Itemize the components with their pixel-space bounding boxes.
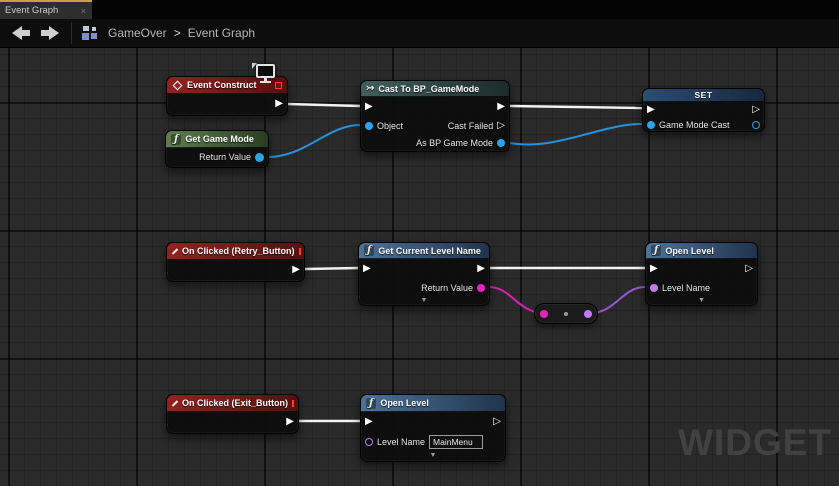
function-icon: ƒ (171, 134, 181, 145)
node-title: Get Current Level Name (378, 246, 484, 256)
node-title: Open Level (380, 398, 500, 408)
level-name-input[interactable] (429, 435, 483, 449)
function-icon: ƒ (651, 245, 661, 256)
delegate-icon[interactable] (292, 400, 294, 407)
blueprint-icon (82, 26, 99, 41)
delegate-icon[interactable] (299, 248, 301, 255)
object-wire-getgamemode-cast[interactable] (266, 125, 360, 157)
toolbar-divider (71, 22, 72, 44)
object-wire-cast-set[interactable] (510, 124, 642, 144)
conversion-dot-icon (564, 312, 568, 316)
pin-label: As BP Game Mode (416, 138, 493, 148)
name-out-pin[interactable] (584, 310, 592, 318)
node-title: On Clicked (Exit_Button) (182, 398, 288, 408)
node-on-clicked-retry[interactable]: On Clicked (Retry_Button) ▶ (166, 242, 305, 282)
node-title: Cast To BP_GameMode (378, 84, 504, 94)
function-icon: ƒ (364, 245, 374, 256)
exec-wire-retry-getlevel[interactable] (305, 268, 358, 269)
node-title: Open Level (665, 246, 752, 256)
exec-out-pin[interactable]: ▷ (745, 264, 753, 274)
node-header: SET (643, 89, 764, 102)
node-header: ƒ Open Level (646, 243, 757, 259)
node-open-level-exit[interactable]: ƒ Open Level ▶ ▷ Level Name ▼ (360, 394, 506, 462)
pin-label: Cast Failed (448, 121, 494, 131)
cast-icon: ↣ (366, 83, 374, 94)
node-header: ƒ Get Game Mode (166, 131, 268, 148)
node-get-game-mode[interactable]: ƒ Get Game Mode Return Value (165, 130, 269, 168)
event-icon (172, 248, 178, 254)
collapse-arrow-icon[interactable]: ▼ (430, 452, 437, 460)
exec-out-pin[interactable]: ▶ (292, 265, 300, 275)
string-out-pin[interactable] (477, 284, 485, 292)
exec-out-pin[interactable]: ▷ (752, 105, 760, 115)
node-open-level-retry[interactable]: ƒ Open Level ▶ ▷ Level Name ▼ (645, 242, 758, 306)
monitor-cursor-icon (252, 63, 278, 87)
node-header: ƒ Get Current Level Name (359, 243, 489, 259)
node-get-current-level-name[interactable]: ƒ Get Current Level Name ▶ ▶ Return Valu… (358, 242, 490, 306)
event-icon (173, 80, 183, 90)
node-cast-bp-gamemode[interactable]: ↣ Cast To BP_GameMode ▶ ▶ Object Cast Fa… (360, 80, 510, 152)
function-icon: ƒ (366, 398, 376, 409)
back-icon[interactable] (12, 26, 31, 40)
exec-wire-cast-set[interactable] (510, 106, 642, 108)
node-set-game-mode-cast[interactable]: SET ▶ ▷ Game Mode Cast (642, 88, 765, 132)
object-out-pin[interactable] (255, 153, 264, 162)
exec-out-pin[interactable]: ▶ (497, 102, 505, 112)
exec-in-pin[interactable]: ▶ (365, 102, 373, 112)
breadcrumb-root[interactable]: GameOver (108, 26, 167, 40)
node-header: On Clicked (Exit_Button) (167, 395, 298, 412)
name-in-pin[interactable] (365, 438, 373, 446)
node-header: ƒ Open Level (361, 395, 505, 412)
pin-label: Game Mode Cast (659, 120, 730, 130)
cast-failed-exec-pin[interactable]: ▷ (497, 121, 505, 131)
exec-out-pin[interactable]: ▶ (477, 264, 485, 274)
object-in-pin[interactable] (647, 121, 655, 129)
exec-out-pin[interactable]: ▷ (493, 417, 501, 427)
tab-title: Event Graph (5, 5, 80, 16)
exec-out-pin[interactable]: ▶ (286, 417, 294, 427)
tab-bar: Event Graph × (0, 0, 839, 19)
exec-in-pin[interactable]: ▶ (363, 264, 371, 274)
exec-wire-construct-cast[interactable] (288, 104, 360, 106)
tab-event-graph[interactable]: Event Graph × (0, 0, 92, 19)
pin-label: Return Value (199, 152, 251, 162)
node-title: On Clicked (Retry_Button) (182, 246, 295, 256)
node-on-clicked-exit[interactable]: On Clicked (Exit_Button) ▶ (166, 394, 299, 434)
event-icon (172, 400, 178, 406)
name-wire-reroute-levelname[interactable] (590, 287, 645, 313)
pin-label: Object (377, 121, 403, 131)
graph-toolbar: GameOver > Event Graph (0, 19, 839, 48)
close-icon[interactable]: × (80, 6, 87, 16)
node-title: Get Game Mode (185, 134, 263, 144)
name-in-pin[interactable] (650, 284, 658, 292)
blueprint-editor: Event Construct ▶ ƒ Get Game Mode Return… (0, 0, 839, 486)
collapse-arrow-icon[interactable]: ▼ (698, 297, 705, 305)
string-to-name-conversion-node[interactable] (534, 303, 598, 324)
object-in-pin[interactable] (365, 122, 373, 130)
node-header: On Clicked (Retry_Button) (167, 243, 304, 260)
node-header: ↣ Cast To BP_GameMode (361, 81, 509, 97)
pin-label: Return Value (421, 283, 473, 293)
collapse-arrow-icon[interactable]: ▼ (421, 297, 428, 305)
object-out-pin[interactable] (752, 121, 760, 129)
exec-out-pin[interactable]: ▶ (275, 99, 283, 109)
pin-label: Level Name (377, 437, 425, 447)
object-out-pin[interactable] (497, 139, 505, 147)
string-in-pin[interactable] (540, 310, 548, 318)
pin-label: Level Name (662, 283, 710, 293)
node-title: SET (694, 90, 712, 100)
exec-in-pin[interactable]: ▶ (647, 105, 655, 115)
breadcrumb-current[interactable]: Event Graph (188, 26, 255, 40)
forward-icon[interactable] (40, 26, 59, 40)
chevron-right-icon: > (174, 26, 181, 40)
exec-in-pin[interactable]: ▶ (650, 264, 658, 274)
exec-in-pin[interactable]: ▶ (365, 417, 373, 427)
